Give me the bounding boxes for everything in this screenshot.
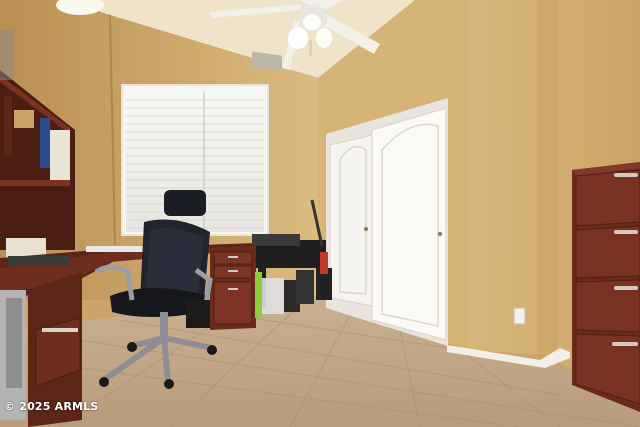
wooden-dresser bbox=[572, 162, 640, 412]
room-illustration bbox=[0, 0, 640, 427]
wall-outlet bbox=[513, 307, 526, 325]
photo-watermark: © 2025 ARMLS bbox=[4, 400, 99, 413]
laptop bbox=[8, 256, 70, 266]
closet-doors bbox=[326, 98, 448, 346]
keyboard bbox=[86, 246, 144, 252]
room-photo: © 2025 ARMLS bbox=[0, 0, 640, 427]
wall-corner-shade bbox=[538, 0, 558, 360]
